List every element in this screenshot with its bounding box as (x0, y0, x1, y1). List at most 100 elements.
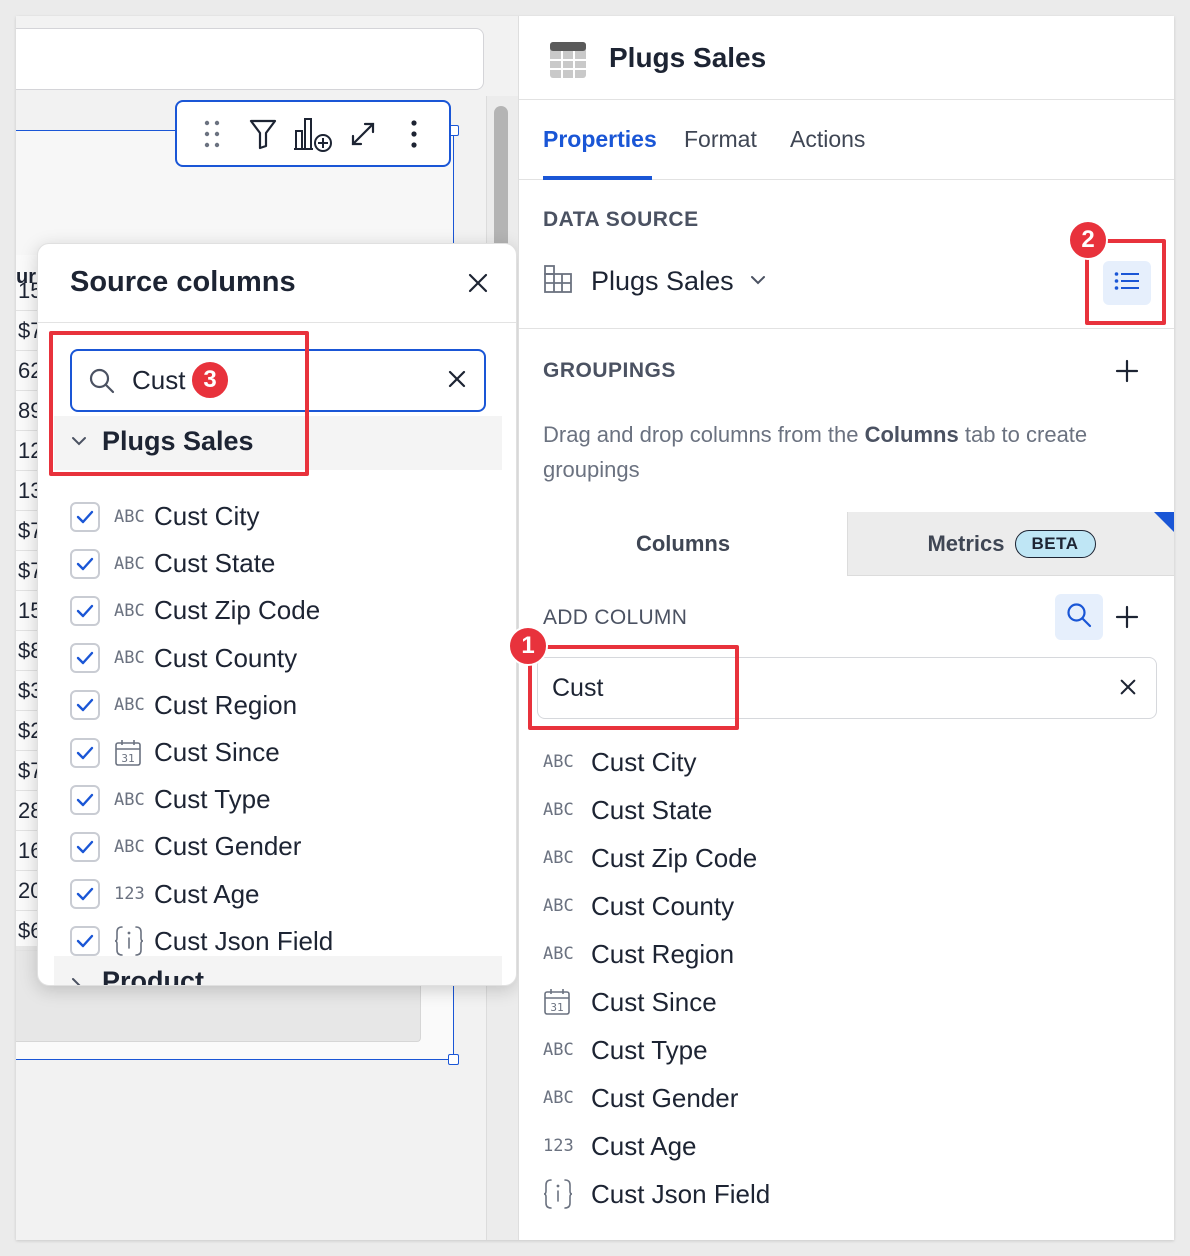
callout-box-1 (528, 645, 739, 730)
checkmark-icon (76, 604, 94, 618)
column-result-item[interactable]: ABC Cust City (543, 738, 943, 786)
element-toolbar (175, 100, 451, 167)
column-name: Cust Since (154, 737, 280, 767)
canvas-top-input[interactable] (16, 28, 484, 90)
column-result-item[interactable]: ABC Cust State (543, 786, 943, 834)
column-name: Cust Since (591, 986, 717, 1017)
corner-indicator (1154, 512, 1174, 532)
text-type-icon: ABC (543, 1040, 574, 1060)
chevron-down-icon (750, 273, 766, 291)
checkbox[interactable] (70, 595, 100, 626)
checkbox[interactable] (70, 643, 100, 674)
column-name: Cust County (154, 642, 298, 673)
column-name: Cust Gender (591, 1082, 739, 1113)
columns-metrics-tabs: Columns Metrics BETA (519, 512, 1174, 576)
add-column-button[interactable] (1113, 603, 1141, 631)
text-type-icon: ABC (543, 800, 574, 820)
column-search-button[interactable] (1055, 594, 1103, 640)
column-name: Cust Type (154, 784, 271, 815)
column-result-item[interactable]: 31 Cust Since (543, 978, 943, 1026)
checkbox[interactable] (70, 926, 100, 957)
checkbox[interactable] (70, 690, 100, 721)
source-column-item[interactable]: ABC Cust City (70, 493, 490, 540)
source-column-item[interactable]: ABC Cust Region (70, 682, 490, 729)
callout-box-3 (49, 331, 309, 476)
source-group-product[interactable]: Product (54, 956, 502, 986)
canvas-scrollbar-thumb[interactable] (494, 106, 508, 266)
checkbox[interactable] (70, 737, 100, 768)
column-name: Cust Age (154, 878, 260, 909)
text-type-icon: ABC (543, 848, 574, 868)
source-column-item[interactable]: 123 Cust Age (70, 871, 490, 918)
data-source-label: DATA SOURCE (543, 208, 699, 231)
column-name: Cust City (591, 746, 697, 777)
text-type-icon: ABC (114, 553, 145, 574)
workbook-canvas: ur 15$762891213$7$715$8$3$2$7281620$6 So… (16, 16, 518, 1240)
add-grouping-button[interactable] (1113, 357, 1141, 385)
active-tab-indicator (543, 176, 652, 180)
panel-tabs: Properties Format Actions (519, 100, 1174, 180)
source-column-item[interactable]: ABC Cust State (70, 540, 490, 587)
table-icon (543, 264, 573, 299)
groupings-hint: Drag and drop columns from the Columns t… (543, 422, 1088, 482)
tab-actions[interactable]: Actions (790, 126, 865, 153)
checkmark-icon (76, 651, 94, 665)
text-type-icon: ABC (114, 600, 145, 621)
text-type-icon: ABC (543, 944, 574, 964)
clear-search-icon[interactable] (446, 368, 468, 395)
text-type-icon: ABC (114, 789, 145, 810)
filter-icon[interactable] (243, 114, 283, 154)
checkbox[interactable] (70, 831, 100, 862)
column-result-item[interactable]: ABC Cust Gender (543, 1074, 943, 1122)
drag-handle-icon[interactable] (192, 114, 232, 154)
expand-icon[interactable] (343, 114, 383, 154)
column-name: Cust Age (591, 1130, 697, 1161)
svg-text:31: 31 (121, 752, 134, 765)
text-type-icon: ABC (114, 836, 145, 857)
tab-metrics[interactable]: Metrics BETA (847, 512, 1174, 576)
checkbox[interactable] (70, 879, 100, 910)
checkbox[interactable] (70, 784, 100, 815)
column-result-item[interactable]: 123 Cust Age (543, 1122, 943, 1170)
checkmark-icon (76, 746, 94, 759)
groupings-label: GROUPINGS (543, 359, 676, 382)
text-type-icon: ABC (543, 752, 574, 772)
source-column-item[interactable]: ABC Cust County (70, 635, 490, 682)
checkbox[interactable] (70, 501, 100, 532)
more-icon[interactable] (394, 114, 434, 154)
group-label: Product (102, 966, 205, 986)
source-column-item[interactable]: ABC Cust Zip Code (70, 587, 490, 634)
column-name: Cust Zip Code (591, 842, 758, 873)
source-column-item[interactable]: ABC Cust Gender (70, 823, 490, 870)
column-result-item[interactable]: ABC Cust Zip Code (543, 834, 943, 882)
svg-text:31: 31 (550, 1001, 563, 1014)
column-result-item[interactable]: ABC Cust Type (543, 1026, 943, 1074)
beta-badge: BETA (1014, 529, 1096, 558)
source-column-item[interactable]: ABC Cust Type (70, 776, 490, 823)
column-name: Cust State (154, 548, 276, 579)
column-name: Cust County (591, 890, 735, 921)
tab-properties[interactable]: Properties (543, 126, 657, 153)
text-type-icon: ABC (114, 648, 145, 669)
json-icon (543, 1178, 591, 1210)
checkmark-icon (76, 557, 94, 570)
column-result-item[interactable]: ABC Cust County (543, 882, 943, 930)
number-type-icon: 123 (114, 884, 145, 905)
close-icon[interactable] (463, 268, 493, 298)
checkmark-icon (76, 699, 94, 712)
source-column-item[interactable]: 31 Cust Since (70, 729, 490, 776)
column-name: Cust Region (591, 938, 735, 969)
tab-format[interactable]: Format (684, 126, 757, 153)
tab-columns[interactable]: Columns (519, 512, 847, 576)
text-type-icon: ABC (543, 896, 574, 916)
callout-badge-2: 2 (1068, 220, 1108, 260)
column-result-item[interactable]: ABC Cust Region (543, 930, 943, 978)
calendar-icon: 31 (114, 739, 154, 767)
column-result-item[interactable]: Cust Json Field (543, 1170, 943, 1218)
add-chart-icon[interactable] (293, 114, 333, 154)
resize-handle[interactable] (448, 1054, 459, 1065)
checkbox[interactable] (70, 548, 100, 579)
calendar-icon: 31 (543, 988, 591, 1016)
clear-search-icon[interactable] (1118, 677, 1138, 702)
data-source-selector[interactable]: Plugs Sales (543, 264, 766, 299)
